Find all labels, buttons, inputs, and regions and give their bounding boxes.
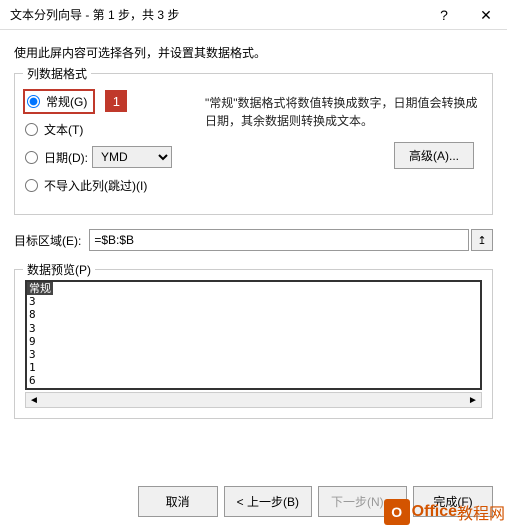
preview-row: 9: [29, 335, 478, 348]
destination-input[interactable]: [89, 229, 469, 251]
dialog-content: 使用此屏内容可选择各列，并设置其数据格式。 列数据格式 常规(G) 1 文本(T…: [0, 30, 507, 433]
range-picker-button[interactable]: ↥: [471, 229, 493, 251]
instruction-text: 使用此屏内容可选择各列，并设置其数据格式。: [14, 44, 493, 61]
callout-1: 1: [105, 90, 127, 112]
preview-row: 0: [29, 388, 478, 391]
preview-row: 6: [29, 374, 478, 387]
destination-label: 目标区域(E):: [14, 232, 81, 249]
preview-row: 3: [29, 322, 478, 335]
date-format-select[interactable]: YMD: [92, 146, 172, 168]
preview-group: 数据预览(P) 常规 38393160 ◄ ►: [14, 269, 493, 419]
format-description: "常规"数据格式将数值转换成数字，日期值会转换成日期，其余数据则转换成文本。: [205, 94, 482, 130]
window-title: 文本分列向导 - 第 1 步，共 3 步: [10, 6, 179, 23]
close-button[interactable]: ✕: [465, 0, 507, 30]
collapse-icon: ↥: [477, 234, 486, 247]
radio-date[interactable]: [25, 151, 38, 164]
scroll-right-icon[interactable]: ►: [465, 395, 481, 406]
radio-text-label: 文本(T): [44, 121, 83, 138]
destination-row: 目标区域(E): ↥: [14, 229, 493, 251]
preview-column-header: 常规: [27, 282, 53, 295]
preview-body: 38393160: [27, 295, 480, 390]
preview-row: 8: [29, 308, 478, 321]
radio-skip-label: 不导入此列(跳过)(I): [44, 177, 147, 194]
radio-general-label: 常规(G): [46, 93, 87, 110]
advanced-button[interactable]: 高级(A)...: [394, 142, 474, 169]
scroll-left-icon[interactable]: ◄: [26, 395, 42, 406]
preview-pane[interactable]: 常规 38393160: [25, 280, 482, 390]
watermark: O Office 教程网: [384, 499, 505, 525]
scroll-track[interactable]: [42, 393, 465, 407]
watermark-text2: 教程网: [457, 500, 505, 524]
watermark-icon: O: [384, 499, 410, 525]
radio-date-label: 日期(D):: [44, 149, 88, 166]
format-legend: 列数据格式: [23, 65, 91, 82]
back-button[interactable]: < 上一步(B): [224, 486, 312, 517]
horizontal-scrollbar[interactable]: ◄ ►: [25, 392, 482, 408]
help-button[interactable]: ?: [423, 0, 465, 30]
preview-legend: 数据预览(P): [23, 261, 95, 278]
window-controls: ? ✕: [423, 0, 507, 30]
preview-row: 3: [29, 295, 478, 308]
callout-highlight: 常规(G): [23, 89, 95, 114]
radio-general[interactable]: [27, 95, 40, 108]
cancel-button[interactable]: 取消: [138, 486, 218, 517]
watermark-text1: Office: [412, 503, 457, 521]
radio-text[interactable]: [25, 123, 38, 136]
column-format-group: 列数据格式 常规(G) 1 文本(T) 日期(D):: [14, 73, 493, 215]
preview-row: 1: [29, 361, 478, 374]
title-bar: 文本分列向导 - 第 1 步，共 3 步 ? ✕: [0, 0, 507, 30]
preview-row: 3: [29, 348, 478, 361]
radio-skip[interactable]: [25, 179, 38, 192]
